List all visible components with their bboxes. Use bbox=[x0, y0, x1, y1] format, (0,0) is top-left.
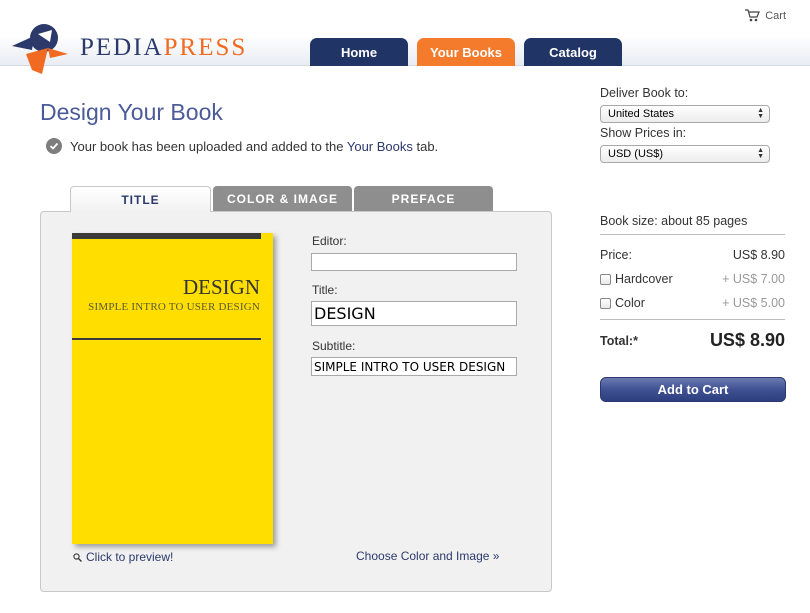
hardcover-row: Hardcover + US$ 7.00 bbox=[600, 272, 785, 286]
title-label: Title: bbox=[312, 283, 338, 297]
nav-tab-your-books[interactable]: Your Books bbox=[417, 38, 515, 66]
brand-name: PEDIAPRESS bbox=[80, 34, 247, 62]
cover-subtitle: SIMPLE INTRO TO USER DESIGN bbox=[88, 301, 260, 313]
book-cover-preview[interactable]: DESIGN SIMPLE INTRO TO USER DESIGN bbox=[72, 233, 273, 544]
add-to-cart-button[interactable]: Add to Cart bbox=[600, 377, 786, 402]
design-tabs: TITLE COLOR & IMAGE PREFACE bbox=[70, 186, 493, 212]
subtitle-field[interactable] bbox=[311, 357, 517, 376]
header: PEDIAPRESS Cart Home Your Books Catalog bbox=[0, 0, 810, 74]
checkmark-icon bbox=[46, 138, 62, 154]
color-row: Color + US$ 5.00 bbox=[600, 296, 785, 310]
total-value: US$ 8.90 bbox=[709, 330, 785, 350]
price-row: Price: US$ 8.90 bbox=[600, 248, 785, 262]
nav-tab-catalog[interactable]: Catalog bbox=[524, 38, 622, 66]
tab-preface[interactable]: PREFACE bbox=[354, 186, 493, 211]
hardcover-checkbox[interactable] bbox=[600, 273, 611, 285]
nav-tab-home[interactable]: Home bbox=[310, 38, 408, 66]
subtitle-label: Subtitle: bbox=[312, 339, 356, 353]
divider bbox=[600, 234, 785, 235]
tab-color-image[interactable]: COLOR & IMAGE bbox=[213, 186, 352, 211]
select-arrows-icon: ▲ ▼ bbox=[757, 147, 764, 160]
cart-link[interactable]: Cart bbox=[745, 9, 786, 22]
choose-color-image-link[interactable]: Choose Color and Image » bbox=[356, 549, 499, 563]
deliver-label: Deliver Book to: bbox=[600, 86, 689, 100]
tab-title[interactable]: TITLE bbox=[70, 186, 211, 212]
title-field[interactable] bbox=[311, 301, 517, 326]
upload-message-prefix: Your book has been uploaded and added to… bbox=[70, 138, 347, 154]
deliver-country-select[interactable]: United States ▲ ▼ bbox=[600, 105, 770, 123]
preview-link[interactable]: Click to preview! bbox=[73, 550, 173, 564]
currency-select[interactable]: USD (US$) ▲ ▼ bbox=[600, 145, 770, 163]
prices-label: Show Prices in: bbox=[600, 126, 687, 140]
color-price: + US$ 5.00 bbox=[722, 296, 785, 310]
cover-top-bar bbox=[72, 233, 261, 239]
your-books-link[interactable]: Your Books bbox=[347, 139, 413, 154]
upload-message-text: Your book has been uploaded and added to… bbox=[70, 139, 438, 154]
price-label: Price: bbox=[600, 248, 632, 262]
total-label: Total:* bbox=[600, 333, 638, 348]
pediapress-logo bbox=[12, 24, 68, 74]
brand-part-2: PRESS bbox=[163, 34, 248, 61]
preview-link-label: Click to preview! bbox=[86, 550, 174, 564]
cover-divider bbox=[72, 338, 261, 340]
hardcover-price: + US$ 7.00 bbox=[722, 272, 785, 286]
cart-icon bbox=[745, 9, 761, 22]
total-row: Total:* US$ 8.90 bbox=[600, 330, 785, 351]
cart-label: Cart bbox=[765, 9, 786, 22]
color-checkbox[interactable] bbox=[600, 297, 611, 309]
select-arrows-icon: ▲ ▼ bbox=[757, 107, 764, 120]
color-label[interactable]: Color bbox=[615, 296, 645, 310]
divider bbox=[600, 319, 785, 320]
price-value: US$ 8.90 bbox=[732, 248, 785, 262]
currency-value: USD (US$) bbox=[608, 148, 664, 160]
main-nav: Home Your Books Catalog bbox=[310, 38, 622, 66]
hardcover-label[interactable]: Hardcover bbox=[615, 272, 673, 286]
page-title: Design Your Book bbox=[40, 99, 223, 125]
upload-message: Your book has been uploaded and added to… bbox=[46, 138, 438, 154]
editor-field[interactable] bbox=[311, 253, 517, 271]
deliver-country-value: United States bbox=[608, 108, 675, 120]
upload-message-suffix: tab. bbox=[412, 138, 439, 154]
brand-part-1: PEDIA bbox=[80, 34, 164, 61]
cover-title: DESIGN bbox=[183, 275, 260, 299]
magnifier-icon bbox=[73, 552, 82, 562]
book-size: Book size: about 85 pages bbox=[600, 214, 748, 228]
editor-label: Editor: bbox=[312, 234, 347, 248]
